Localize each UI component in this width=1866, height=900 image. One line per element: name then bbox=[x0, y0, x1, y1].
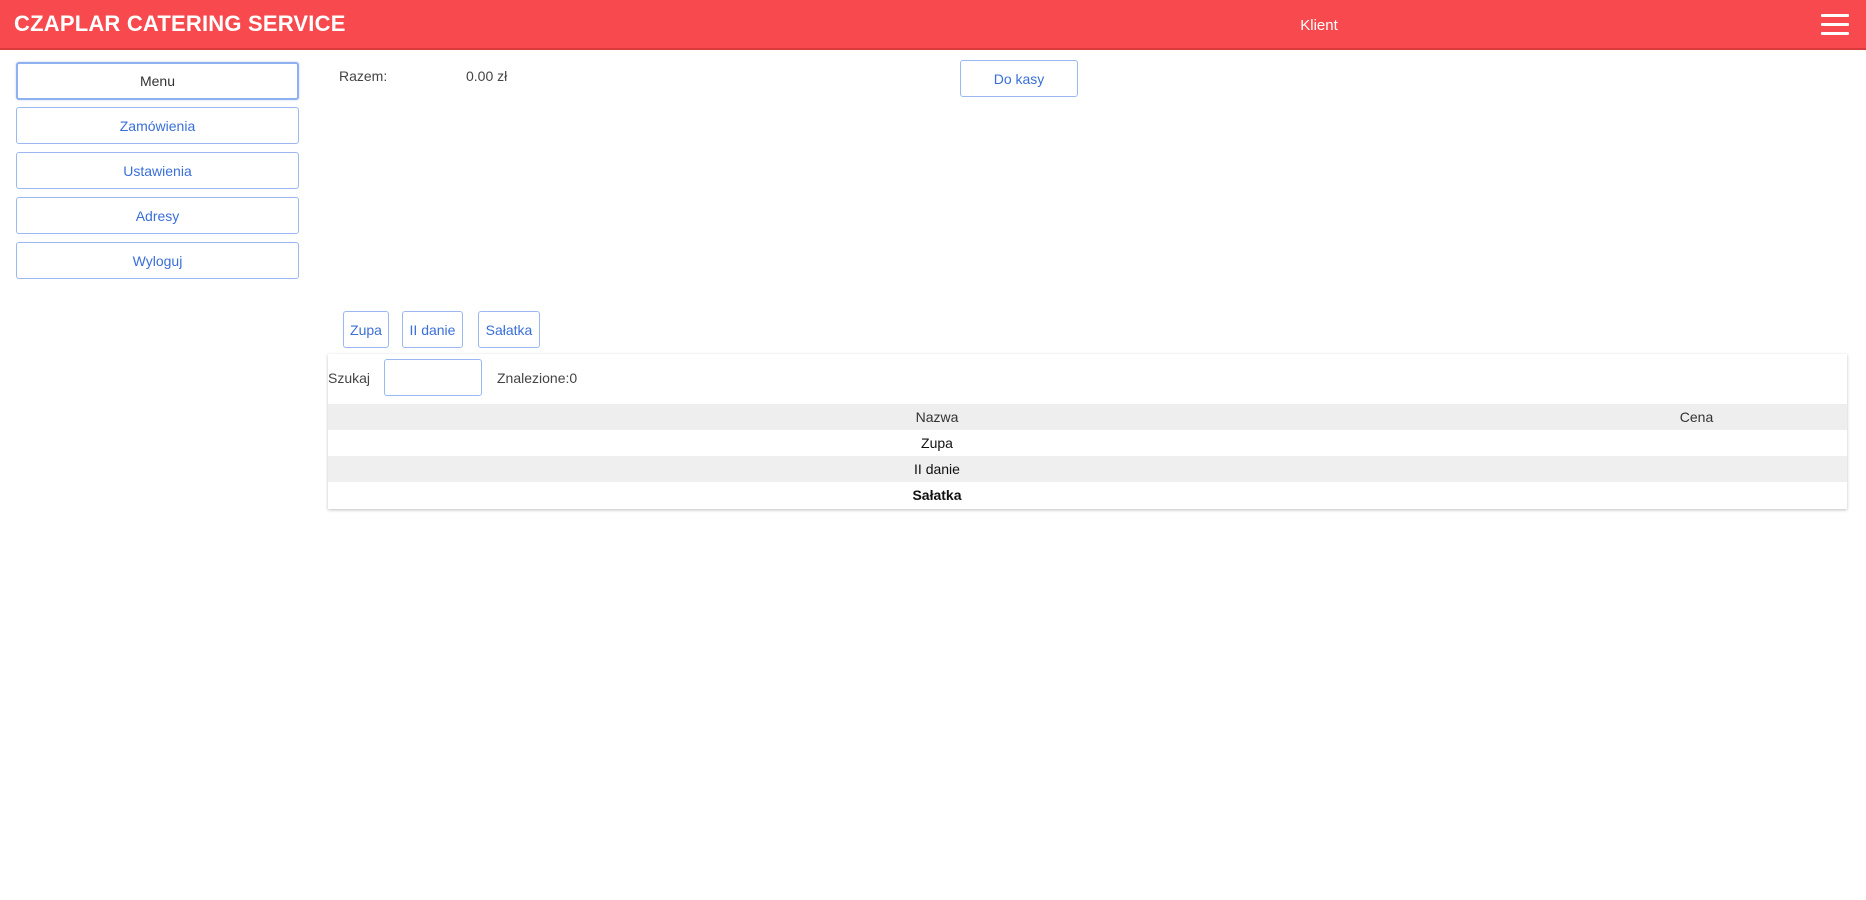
sidebar-nav: Menu Zamówienia Ustawienia Adresy Wylogu… bbox=[16, 62, 299, 287]
category-salad-button[interactable]: Sałatka bbox=[478, 311, 540, 348]
hamburger-menu-icon[interactable] bbox=[1821, 14, 1849, 36]
sidebar-item-label: Ustawienia bbox=[123, 162, 192, 179]
menu-items-table: Nazwa Cena Zupa II danie Sałatka bbox=[328, 404, 1847, 508]
sidebar-item-label: Wyloguj bbox=[132, 252, 183, 269]
item-name: Sałatka bbox=[912, 487, 962, 503]
sidebar-item-orders[interactable]: Zamówienia bbox=[16, 107, 299, 144]
top-app-bar: CZAPLAR CATERING SERVICE Klient bbox=[0, 0, 1866, 50]
user-role-label: Klient bbox=[1300, 16, 1338, 34]
search-input[interactable] bbox=[384, 359, 482, 396]
item-name: Zupa bbox=[921, 435, 953, 451]
cart-total-value: 0.00 zł bbox=[466, 68, 508, 84]
category-label: II danie bbox=[409, 321, 456, 338]
sidebar-item-addresses[interactable]: Adresy bbox=[16, 197, 299, 234]
item-price bbox=[1546, 456, 1847, 482]
item-name: II danie bbox=[328, 456, 1546, 482]
search-label: Szukaj bbox=[328, 370, 371, 386]
checkout-button[interactable]: Do kasy bbox=[960, 60, 1078, 97]
checkout-button-label: Do kasy bbox=[993, 70, 1045, 87]
item-price bbox=[1546, 430, 1847, 456]
table-header-row: Nazwa Cena bbox=[328, 404, 1847, 430]
table-row[interactable]: II danie bbox=[328, 456, 1847, 482]
category-main-course-button[interactable]: II danie bbox=[402, 311, 463, 348]
sidebar-item-logout[interactable]: Wyloguj bbox=[16, 242, 299, 279]
column-header-name[interactable]: Nazwa bbox=[328, 404, 1546, 430]
column-header-price[interactable]: Cena bbox=[1546, 404, 1847, 430]
category-label: Sałatka bbox=[485, 321, 533, 338]
category-label: Zupa bbox=[350, 321, 382, 338]
sidebar-item-label: Zamówienia bbox=[119, 117, 196, 134]
cart-total-label: Razem: bbox=[339, 68, 388, 84]
results-count: Znalezione:0 bbox=[497, 370, 578, 386]
table-row[interactable]: Zupa bbox=[328, 430, 1847, 456]
category-soup-button[interactable]: Zupa bbox=[343, 311, 389, 348]
sidebar-item-label: Menu bbox=[139, 73, 176, 89]
item-price bbox=[1546, 482, 1847, 508]
sidebar-item-settings[interactable]: Ustawienia bbox=[16, 152, 299, 189]
brand-title: CZAPLAR CATERING SERVICE bbox=[14, 11, 346, 36]
sidebar-item-menu[interactable]: Menu bbox=[16, 62, 299, 100]
table-row[interactable]: Sałatka bbox=[328, 482, 1847, 508]
sidebar-item-label: Adresy bbox=[135, 207, 180, 224]
